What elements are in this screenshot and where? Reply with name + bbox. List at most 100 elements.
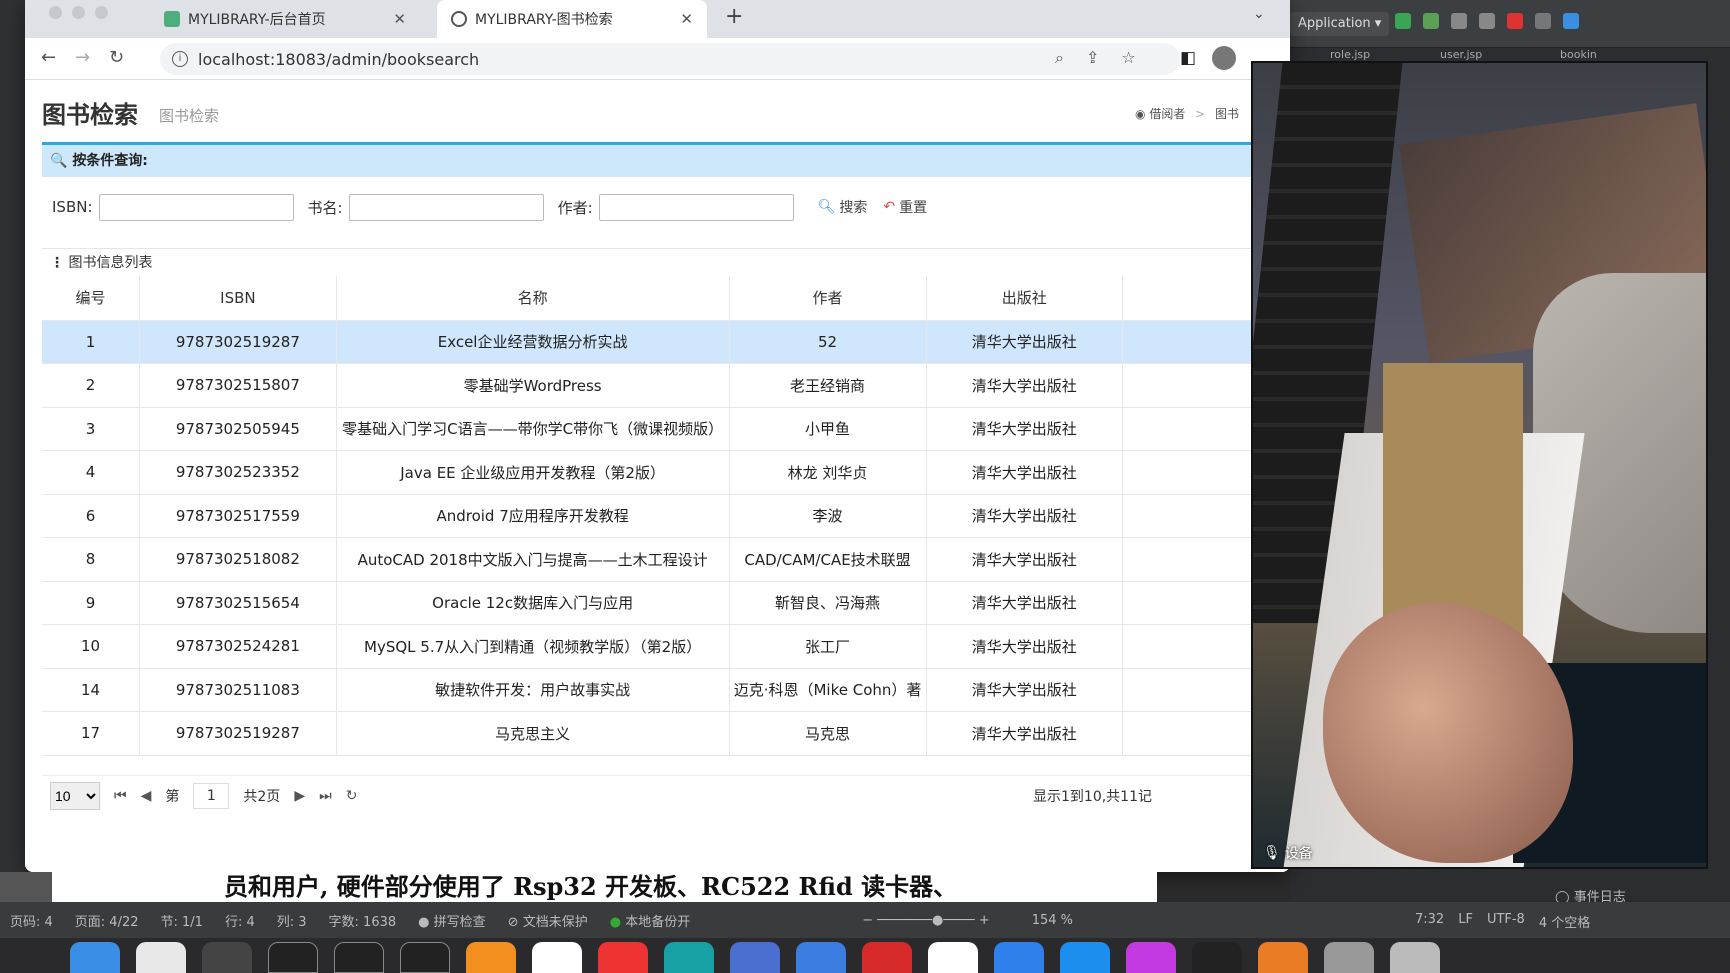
zoom-slider[interactable]: − ───────●──── +	[862, 913, 990, 928]
refresh-icon[interactable]: ↻	[346, 788, 358, 804]
preview-icon[interactable]	[1258, 942, 1308, 973]
cell-isbn: 9787302515654	[139, 581, 337, 625]
page-number-input[interactable]: 1	[193, 782, 230, 809]
intellij-icon[interactable]	[1126, 942, 1176, 973]
column-header-author[interactable]: 作者	[729, 276, 927, 321]
ide-caret-pos[interactable]: 7:32	[1415, 912, 1444, 931]
column-header-name[interactable]: 名称	[336, 276, 730, 321]
table-row[interactable]: 8 9787302518082 AutoCAD 2018中文版入门与提高——土木工程…	[42, 537, 1290, 582]
activity-monitor-icon[interactable]	[334, 942, 384, 973]
qq-icon[interactable]	[1192, 942, 1242, 973]
ide-tab-bookin[interactable]: bookin	[1560, 48, 1597, 61]
tab-book-search[interactable]: MYLIBRARY-图书检索 ✕	[437, 0, 707, 38]
maximize-window-button[interactable]	[95, 6, 108, 19]
last-page-icon[interactable]: ⏭	[319, 788, 332, 804]
trash-icon[interactable]	[1390, 942, 1440, 973]
ide-tab-user[interactable]: user.jsp	[1440, 48, 1482, 61]
cell-publisher: 清华大学出版社	[926, 624, 1123, 669]
ide-encoding[interactable]: UTF-8	[1487, 912, 1525, 931]
close-tab-icon[interactable]: ✕	[680, 10, 693, 28]
first-page-icon[interactable]: ⏮	[114, 788, 127, 804]
rerun-icon[interactable]	[1395, 13, 1411, 29]
new-tab-button[interactable]: +	[725, 4, 743, 29]
ide-tab-role[interactable]: role.jsp	[1330, 48, 1370, 61]
table-row[interactable]: 4 9787302523352 Java EE 企业级应用开发教程（第2版） 林龙 刘…	[42, 450, 1290, 495]
close-tab-icon[interactable]: ✕	[393, 10, 406, 28]
stop-icon[interactable]	[1507, 13, 1523, 29]
help-icon[interactable]	[202, 942, 252, 973]
isbn-input[interactable]	[98, 193, 294, 221]
cell-publisher: 清华大学出版社	[926, 450, 1123, 495]
table-row[interactable]: 6 9787302517559 Android 7应用程序开发教程 李波 清华大学出版社	[42, 494, 1290, 538]
undo-icon: ↶	[883, 199, 896, 215]
page-size-select[interactable]: 10	[50, 781, 100, 810]
forward-icon[interactable]: →	[75, 47, 90, 68]
wps-icon[interactable]	[598, 942, 648, 973]
column-header-publisher[interactable]: 出版社	[926, 276, 1123, 321]
sublime-icon[interactable]	[466, 942, 516, 973]
table-row[interactable]: 14 9787302511083 敏捷软件开发：用户故事实战 迈克·科恩（Mike C…	[42, 668, 1290, 712]
side-panel-icon[interactable]: ◧	[1180, 48, 1196, 68]
table-row[interactable]: 9 9787302515654 Oracle 12c数据库入门与应用 靳智良、冯海燕清…	[42, 581, 1290, 625]
terminal-icon[interactable]	[400, 942, 450, 973]
debug-icon[interactable]	[1423, 13, 1439, 29]
typora-icon[interactable]	[928, 942, 978, 973]
prev-page-icon[interactable]: ◀	[141, 788, 152, 804]
netease-music-icon[interactable]	[862, 942, 912, 973]
ide-line-sep[interactable]: LF	[1458, 912, 1473, 931]
address-bar[interactable]: i localhost:18083/admin/booksearch	[160, 43, 1180, 75]
visio-icon[interactable]	[796, 942, 846, 973]
column-header-isbn[interactable]: ISBN	[139, 276, 337, 321]
cell-isbn: 9787302519287	[139, 320, 337, 364]
reset-button[interactable]: ↶ 重置	[883, 197, 927, 217]
table-row[interactable]: 10 9787302524281 MySQL 5.7从入门到精通（视频教学版）（第2…	[42, 624, 1290, 669]
coverage-icon[interactable]	[1451, 13, 1467, 29]
ide-indent[interactable]: 4 个空格	[1539, 912, 1590, 931]
minimize-window-button[interactable]	[72, 6, 85, 19]
search-everywhere-icon[interactable]	[1535, 13, 1551, 29]
camera-preview[interactable]: 🎙 设备	[1251, 61, 1708, 869]
document-protect[interactable]: ⊘ 文档未保护	[508, 911, 588, 930]
cell-author: 李波	[729, 494, 927, 538]
next-page-icon[interactable]: ▶	[294, 788, 305, 804]
table-row[interactable]: 2 9787302515807 零基础学WordPress 老王经销商 清华大学出版社	[42, 363, 1290, 408]
cell-id: 14	[42, 668, 141, 712]
update-icon[interactable]	[1563, 13, 1579, 29]
chrome-icon[interactable]	[136, 942, 186, 973]
protect-label: 文档未保护	[522, 914, 588, 930]
chat-icon[interactable]	[730, 942, 780, 973]
book-name-input[interactable]	[348, 193, 544, 221]
site-info-icon[interactable]: i	[172, 51, 188, 67]
search-button[interactable]: 🔍︎ 搜索	[818, 197, 868, 217]
table-row[interactable]: 3 9787302505945 零基础入门学习C语言——带你学C带你飞（微课视频版）…	[42, 407, 1290, 451]
arduino-icon[interactable]	[664, 942, 714, 973]
finder-icon[interactable]	[70, 942, 120, 973]
tab-admin-home[interactable]: MYLIBRARY-后台首页 ✕	[150, 0, 420, 38]
bookmark-star-icon[interactable]: ☆	[1121, 48, 1135, 68]
table-row[interactable]: 1 9787302519287 Excel企业经营数据分析实战 52 清华大学出版社	[42, 320, 1290, 364]
profile-avatar[interactable]	[1212, 46, 1237, 70]
teams-icon[interactable]	[532, 942, 582, 973]
reload-icon[interactable]: ↻	[109, 47, 124, 68]
author-input[interactable]	[598, 193, 794, 221]
breadcrumb-item-borrower[interactable]: 借阅者	[1149, 107, 1185, 121]
cell-name: MySQL 5.7从入门到精通（视频教学版）（第2版）	[336, 624, 730, 669]
column-header-id[interactable]: 编号	[42, 276, 141, 321]
run-config-selector[interactable]: Application ▾	[1290, 12, 1390, 36]
cell-publisher: 清华大学出版社	[926, 537, 1123, 582]
close-window-button[interactable]	[49, 6, 62, 19]
backup-toggle[interactable]: ● 本地备份开	[610, 911, 691, 930]
spell-check-toggle[interactable]: ● 拼写检查	[418, 911, 486, 930]
breadcrumb-item-book[interactable]: 图书	[1215, 107, 1239, 121]
profile-icon[interactable]	[1479, 13, 1495, 29]
table-row[interactable]: 17 9787302519287 马克思主义 马克思 清华大学出版社	[42, 711, 1290, 756]
console-icon[interactable]	[268, 942, 318, 973]
share-icon[interactable]: ⇪	[1086, 48, 1099, 68]
app-store-icon[interactable]	[1060, 942, 1110, 973]
tab-search-chevron-icon[interactable]: ⌄	[1253, 6, 1265, 22]
zoom-icon[interactable]: ⌕	[1055, 48, 1064, 68]
cell-isbn: 9787302519287	[139, 711, 337, 756]
back-icon[interactable]: ←	[41, 47, 56, 68]
folder-icon[interactable]	[1324, 942, 1374, 973]
app-icon[interactable]	[994, 942, 1044, 973]
